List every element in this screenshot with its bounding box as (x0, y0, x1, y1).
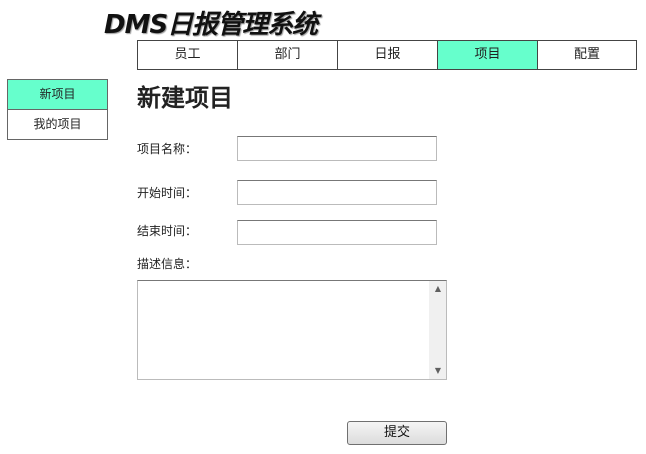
end-time-label: 结束时间： (137, 224, 198, 238)
description-textarea-container: ▲ ▼ (137, 280, 447, 380)
nav-item-departments[interactable]: 部门 (238, 41, 338, 69)
project-name-input[interactable] (237, 136, 437, 161)
top-nav: 员工 部门 日报 项目 配置 (137, 40, 637, 70)
end-time-input[interactable] (237, 220, 437, 245)
nav-item-projects[interactable]: 项目 (438, 41, 538, 69)
description-label: 描述信息： (137, 257, 198, 271)
scroll-down-icon[interactable]: ▼ (430, 363, 446, 379)
submit-button[interactable]: 提交 (347, 421, 447, 445)
nav-item-employees[interactable]: 员工 (138, 41, 238, 69)
project-name-label: 项目名称： (137, 142, 198, 156)
nav-item-daily-reports[interactable]: 日报 (338, 41, 438, 69)
side-item-new-project[interactable]: 新项目 (8, 80, 107, 109)
start-time-label: 开始时间： (137, 186, 198, 200)
textarea-scrollbar[interactable]: ▲ ▼ (429, 281, 446, 379)
scroll-up-icon[interactable]: ▲ (430, 281, 446, 297)
side-item-my-projects[interactable]: 我的项目 (8, 109, 107, 139)
start-time-input[interactable] (237, 180, 437, 205)
app-title: DMS日报管理系统 (104, 10, 318, 40)
side-nav: 新项目 我的项目 (7, 79, 108, 140)
description-textarea[interactable] (138, 281, 430, 379)
page-title: 新建项目 (137, 84, 233, 112)
nav-item-settings[interactable]: 配置 (538, 41, 636, 69)
